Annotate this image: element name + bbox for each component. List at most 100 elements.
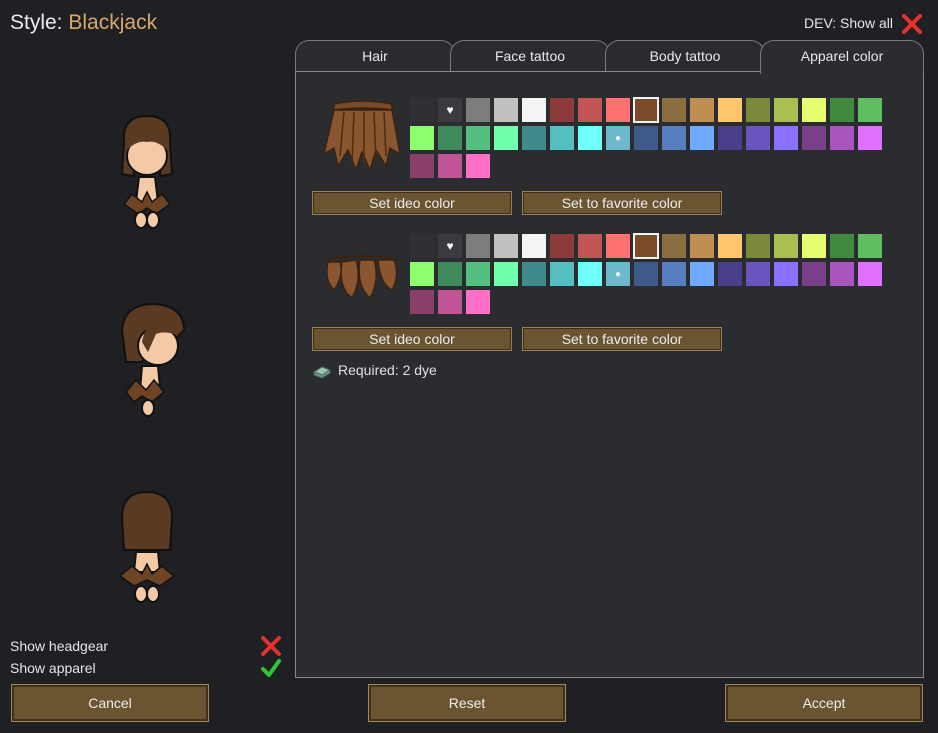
color-swatch[interactable] — [802, 234, 826, 258]
color-swatch[interactable] — [606, 234, 630, 258]
red-x-icon[interactable] — [901, 13, 923, 35]
color-swatch[interactable] — [550, 234, 574, 258]
color-swatch[interactable] — [550, 126, 574, 150]
color-swatch[interactable]: ♥ — [438, 98, 462, 122]
color-swatch[interactable] — [830, 262, 854, 286]
color-swatch[interactable] — [774, 126, 798, 150]
leaf-top-icon — [325, 255, 399, 300]
color-swatch[interactable] — [690, 234, 714, 258]
color-swatch[interactable] — [830, 234, 854, 258]
color-swatch[interactable] — [410, 126, 434, 150]
color-swatch[interactable] — [718, 234, 742, 258]
color-swatch[interactable] — [438, 126, 462, 150]
color-swatch[interactable] — [410, 98, 434, 122]
color-swatch[interactable] — [466, 262, 490, 286]
color-swatch[interactable] — [662, 262, 686, 286]
color-swatch[interactable] — [774, 262, 798, 286]
color-swatch[interactable] — [578, 234, 602, 258]
pawn-front-view — [120, 114, 174, 229]
color-swatch[interactable] — [578, 126, 602, 150]
color-swatch[interactable] — [466, 234, 490, 258]
color-swatch[interactable] — [410, 234, 434, 258]
heart-icon: ♥ — [446, 103, 454, 117]
red-x-icon[interactable] — [260, 635, 282, 657]
color-swatch[interactable] — [410, 154, 434, 178]
color-swatch[interactable] — [578, 98, 602, 122]
color-swatch[interactable] — [662, 234, 686, 258]
color-swatch[interactable]: ♥ — [438, 234, 462, 258]
heart-icon: ♥ — [446, 239, 454, 253]
color-swatch[interactable] — [438, 154, 462, 178]
color-swatch[interactable] — [718, 262, 742, 286]
title-prefix: Style: — [10, 11, 63, 34]
color-swatch[interactable] — [802, 98, 826, 122]
set-ideo-color-button-1[interactable]: Set ideo color — [312, 191, 512, 215]
cancel-button[interactable]: Cancel — [11, 684, 209, 722]
color-swatch[interactable] — [858, 126, 882, 150]
color-palette-grid-2: ♥ ● — [410, 233, 882, 314]
color-swatch[interactable] — [634, 126, 658, 150]
set-ideo-color-button-2[interactable]: Set ideo color — [312, 327, 512, 351]
tab-face-tattoo[interactable]: Face tattoo — [450, 40, 610, 72]
color-swatch[interactable] — [802, 126, 826, 150]
color-swatch[interactable] — [718, 98, 742, 122]
color-swatch[interactable] — [494, 98, 518, 122]
color-swatch[interactable]: ● — [606, 126, 630, 150]
color-swatch[interactable] — [494, 262, 518, 286]
color-swatch[interactable] — [830, 98, 854, 122]
color-swatch[interactable] — [690, 126, 714, 150]
color-swatch[interactable] — [550, 98, 574, 122]
tab-hair[interactable]: Hair — [295, 40, 455, 72]
color-swatch[interactable] — [662, 126, 686, 150]
set-favorite-color-button-1[interactable]: Set to favorite color — [522, 191, 722, 215]
reset-button[interactable]: Reset — [368, 684, 566, 722]
color-swatch[interactable] — [858, 98, 882, 122]
color-swatch[interactable] — [633, 97, 659, 123]
color-swatch[interactable] — [774, 98, 798, 122]
color-swatch[interactable] — [410, 290, 434, 314]
color-swatch[interactable] — [802, 262, 826, 286]
color-swatch[interactable] — [690, 262, 714, 286]
color-swatch[interactable] — [522, 234, 546, 258]
color-swatch[interactable] — [858, 234, 882, 258]
color-swatch[interactable] — [466, 98, 490, 122]
accept-button[interactable]: Accept — [725, 684, 923, 722]
color-swatch[interactable] — [438, 262, 462, 286]
color-swatch[interactable] — [466, 290, 490, 314]
show-apparel-label: Show apparel — [10, 660, 96, 676]
color-swatch[interactable] — [522, 262, 546, 286]
color-swatch[interactable] — [466, 154, 490, 178]
color-swatch[interactable] — [746, 234, 770, 258]
color-swatch[interactable]: ● — [606, 262, 630, 286]
color-swatch[interactable] — [494, 126, 518, 150]
color-swatch[interactable] — [634, 262, 658, 286]
color-swatch[interactable] — [633, 233, 659, 259]
color-swatch[interactable] — [746, 126, 770, 150]
color-swatch[interactable] — [494, 234, 518, 258]
page-title: Style: Blackjack — [10, 11, 157, 35]
color-swatch[interactable] — [550, 262, 574, 286]
color-swatch[interactable] — [438, 290, 462, 314]
color-swatch[interactable] — [718, 126, 742, 150]
show-headgear-label: Show headgear — [10, 638, 109, 654]
set-favorite-color-button-2[interactable]: Set to favorite color — [522, 327, 722, 351]
color-swatch[interactable] — [606, 98, 630, 122]
color-swatch[interactable] — [410, 262, 434, 286]
color-swatch[interactable] — [578, 262, 602, 286]
color-swatch[interactable] — [830, 126, 854, 150]
tab-apparel-color[interactable]: Apparel color — [760, 40, 924, 74]
color-swatch[interactable] — [774, 234, 798, 258]
color-swatch[interactable] — [522, 98, 546, 122]
color-swatch[interactable] — [522, 126, 546, 150]
color-swatch[interactable] — [662, 98, 686, 122]
color-swatch[interactable] — [746, 98, 770, 122]
color-swatch[interactable] — [858, 262, 882, 286]
tab-body-tattoo[interactable]: Body tattoo — [605, 40, 765, 72]
dev-show-all-label[interactable]: DEV: Show all — [804, 15, 893, 31]
color-swatch[interactable] — [466, 126, 490, 150]
pawn-name: Blackjack — [68, 11, 158, 34]
color-swatch[interactable] — [690, 98, 714, 122]
green-check-icon[interactable] — [260, 657, 282, 679]
color-palette-grid-1: ♥ ● — [410, 97, 882, 178]
color-swatch[interactable] — [746, 262, 770, 286]
